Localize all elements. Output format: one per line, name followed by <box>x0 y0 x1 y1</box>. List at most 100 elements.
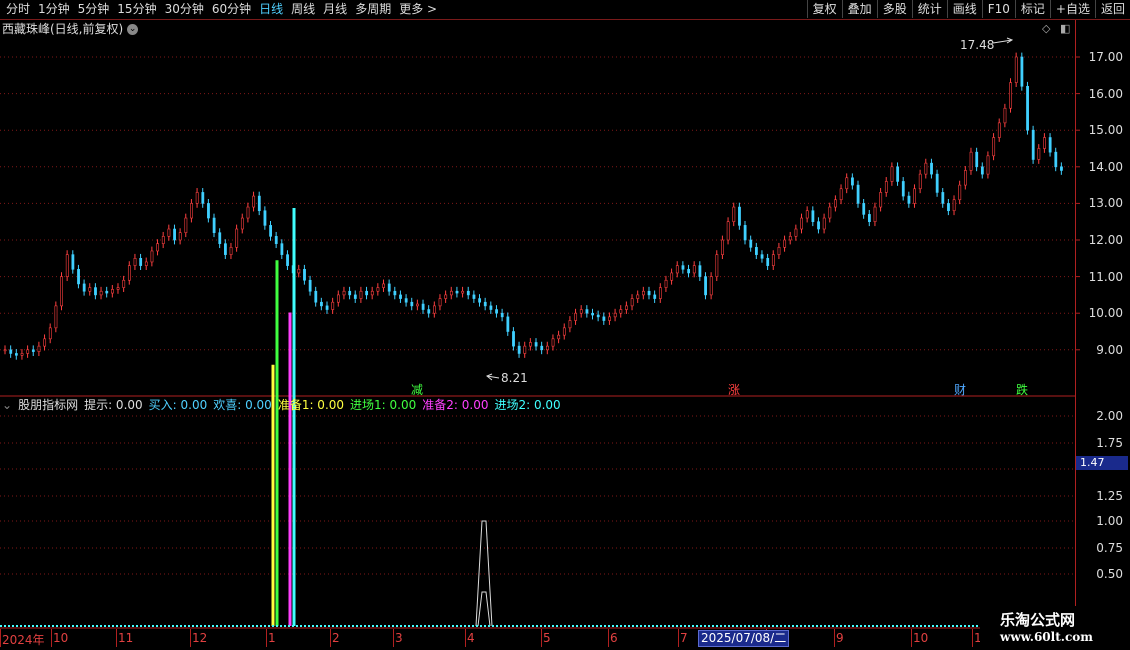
candle-body <box>907 195 911 204</box>
candle-body <box>212 217 216 233</box>
candle-body <box>591 312 594 316</box>
price-tick: 15.00 <box>1088 123 1123 138</box>
candle-body <box>1020 56 1024 87</box>
candle-body <box>26 349 30 354</box>
candle-body <box>31 349 35 352</box>
candle-body <box>811 210 815 223</box>
candle-body <box>771 254 775 266</box>
time-separator <box>266 629 267 647</box>
candle-body <box>658 287 662 299</box>
candle-body <box>195 192 199 204</box>
candle-body <box>77 268 80 285</box>
candle-body <box>867 214 871 223</box>
candle-body <box>517 345 521 354</box>
chevron-down-icon[interactable]: ⌄ <box>2 398 12 412</box>
indicator-name: 股朋指标网 <box>18 398 79 412</box>
chart-canvas[interactable] <box>0 0 1130 650</box>
candle-body <box>698 265 702 277</box>
candle-body <box>387 283 391 292</box>
candle-body <box>760 254 764 259</box>
candle-body <box>562 327 566 336</box>
candle-body <box>992 137 996 157</box>
candle-body <box>1009 82 1013 109</box>
price-grid <box>0 56 1080 351</box>
candle-body <box>692 265 696 274</box>
candle-body <box>201 192 205 204</box>
indicator-tick: 1.75 <box>1096 436 1123 450</box>
candle-body <box>421 303 425 310</box>
time-tick: 11 <box>118 631 134 645</box>
candle-body <box>715 254 719 277</box>
candle-body <box>890 166 894 182</box>
candle-body <box>1037 148 1041 160</box>
candle-body <box>252 195 256 208</box>
candle-body <box>817 221 820 230</box>
candle-body <box>738 206 741 226</box>
candle-body <box>500 312 504 318</box>
candle-body <box>523 345 527 354</box>
candle-body <box>382 283 385 288</box>
indicator-grid <box>0 415 1075 575</box>
candle-body <box>455 290 459 294</box>
signal-mark: 跌 <box>1016 383 1029 397</box>
candle-body <box>161 236 165 244</box>
candle-body <box>969 151 973 171</box>
candle-body <box>370 290 374 296</box>
candle-body <box>681 265 685 270</box>
candle-body <box>704 276 707 296</box>
candle-body <box>94 287 97 296</box>
hint-peak-inner <box>477 591 491 627</box>
candle-body <box>856 184 860 204</box>
candle-body <box>794 228 798 237</box>
candle-body <box>619 309 623 314</box>
candle-body <box>664 279 668 288</box>
candle-body <box>178 232 182 241</box>
indicator-tick: 0.50 <box>1096 567 1123 581</box>
candle-body <box>342 290 346 296</box>
candle-body <box>913 188 916 204</box>
indicator-value: 准备1: 0.00 <box>277 398 345 412</box>
candle-body <box>416 303 419 307</box>
candle-body <box>828 206 832 219</box>
candlesticks <box>3 52 1063 360</box>
candle-body <box>596 314 600 318</box>
candle-body <box>540 345 544 351</box>
candle-body <box>99 290 103 296</box>
candle-body <box>478 298 482 303</box>
time-separator <box>465 629 466 647</box>
candle-body <box>43 338 47 347</box>
indicator-value: 进场2: 0.00 <box>494 398 561 412</box>
candle-body <box>224 243 227 255</box>
candle-body <box>997 122 1001 138</box>
candle-body <box>229 247 233 255</box>
candle-body <box>941 192 945 204</box>
candle-body <box>280 243 284 255</box>
candle-body <box>726 221 730 241</box>
candle-body <box>111 289 114 294</box>
time-separator <box>972 629 973 647</box>
indicator-value: 准备2: 0.00 <box>422 398 489 412</box>
time-separator <box>116 629 117 647</box>
time-tick: 12 <box>192 631 208 645</box>
candle-body <box>393 290 397 296</box>
candle-body <box>246 206 250 219</box>
candle-body <box>749 239 753 248</box>
candle-body <box>805 210 809 219</box>
time-separator <box>0 629 1 647</box>
candle-body <box>851 177 854 186</box>
candle-body <box>574 312 578 321</box>
candle-body <box>653 294 657 299</box>
candle-body <box>755 247 758 255</box>
candle-body <box>331 301 335 310</box>
selected-date: 2025/07/08/二 <box>698 630 790 647</box>
candle-body <box>144 261 148 266</box>
candle-body <box>54 305 58 329</box>
candle-body <box>935 173 939 193</box>
candle-body <box>427 309 431 314</box>
candle-body <box>207 203 210 219</box>
watermark-url: www.60lt.com <box>1000 630 1093 644</box>
candle-body <box>489 305 493 310</box>
candle-body <box>156 243 160 252</box>
candle-body <box>608 316 611 321</box>
candle-body <box>834 199 837 208</box>
